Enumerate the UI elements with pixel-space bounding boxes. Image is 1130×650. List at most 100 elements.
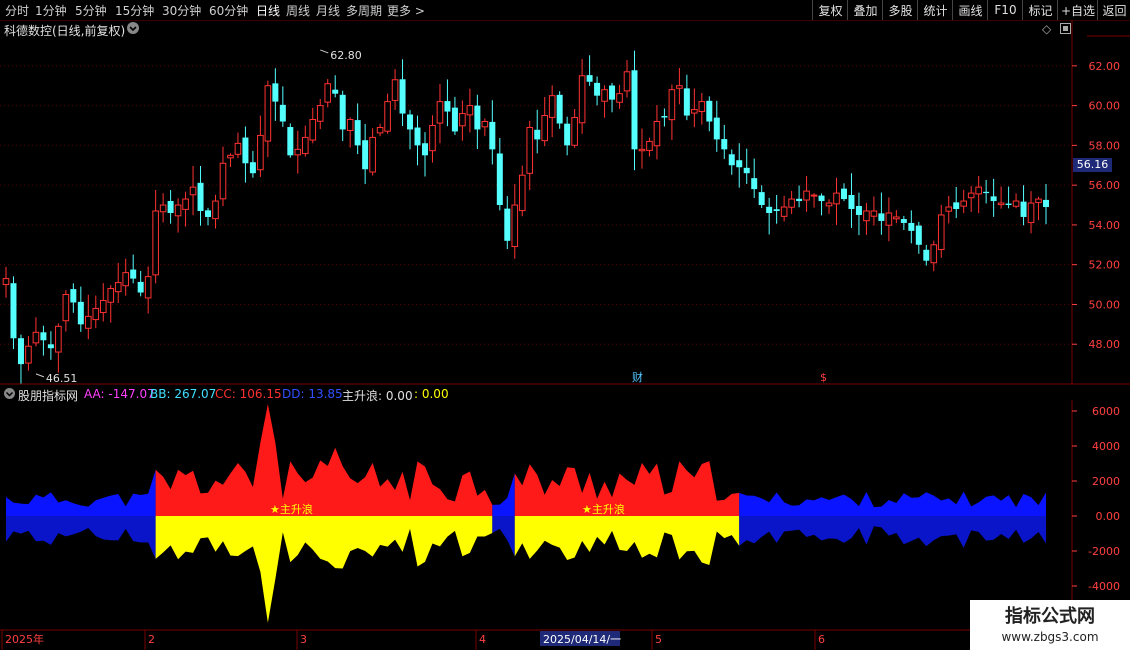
candle-body-up [122, 272, 130, 287]
candle-body-down [751, 178, 758, 190]
indicator-chart[interactable]: 6000 4000 2000 0.00 -2000 -4000 ★主升浪 ★主升浪 2025年 2… [0, 400, 1130, 650]
candle-body-down [137, 281, 144, 293]
candle-body-up [481, 121, 489, 128]
candle-body-up [189, 186, 197, 196]
candle-body-down [990, 196, 997, 202]
candle-body-down [848, 194, 855, 210]
candle-body-up [85, 315, 92, 329]
candle-body-up [668, 89, 676, 121]
indicator-area-lower [514, 516, 740, 565]
candle-body-down [953, 202, 960, 210]
candle-body-down [796, 198, 803, 202]
candle-body-up [152, 210, 159, 276]
indicator-area-lower [492, 516, 515, 557]
candle-body-down [983, 191, 990, 194]
cursor-date-label: 2025/04/14/一 [543, 633, 621, 646]
candle-body-down [421, 143, 428, 156]
price-tick-label: 48.00 [1089, 338, 1121, 351]
candle-body-up [833, 192, 840, 205]
dividend-marker: $ [820, 371, 827, 384]
indicator-tick-label: 4000 [1092, 440, 1120, 453]
candle-body-up [967, 192, 975, 199]
candle-body-up [114, 282, 122, 293]
indicator-area-lower [6, 516, 156, 559]
candle-body-up [212, 200, 219, 220]
candle-body-down [362, 140, 369, 170]
candle-body-up [182, 198, 189, 210]
candle-body-down [504, 208, 511, 241]
candle-body-down [130, 269, 137, 279]
indicator-area-upper [492, 473, 515, 516]
current-price-flag: 56.16 [1073, 158, 1112, 172]
candle-body-up [346, 119, 354, 131]
xaxis-label: 6 [818, 633, 825, 646]
candle-body-up [810, 194, 818, 197]
candle-body-up [144, 276, 152, 299]
candle-body-down [713, 117, 720, 140]
candle-body-up [571, 117, 578, 146]
indicator-area-lower [739, 516, 1046, 548]
candle-body-up [25, 345, 32, 364]
low-pointer [35, 373, 45, 378]
low-price-label: 46.51 [46, 372, 77, 385]
candle-body-up [2, 278, 10, 286]
candle-body-down [818, 195, 825, 202]
indicator-tick-label: -2000 [1088, 545, 1120, 558]
candle-body-down [743, 167, 750, 174]
candle-body-up [578, 75, 586, 124]
candle-body-down [900, 219, 907, 223]
candle-body-up [174, 204, 182, 217]
price-tick-label: 52.00 [1089, 259, 1121, 272]
zsl-marker-label: ★主升浪 [582, 502, 625, 516]
candle-body-down [197, 182, 204, 211]
candle-body-down [721, 139, 728, 150]
candle-body-down [451, 107, 458, 132]
candle-body-up [893, 216, 900, 220]
candle-body-down [407, 114, 414, 130]
candle-body-down [167, 200, 174, 213]
candle-body-down [10, 283, 17, 339]
xaxis-label: 2 [148, 633, 155, 646]
candle-body-up [316, 105, 324, 122]
candle-body-down [279, 104, 286, 122]
candle-body-down [758, 192, 765, 206]
candle-body-down [77, 301, 84, 325]
candle-body-down [878, 213, 885, 221]
candle-body-up [227, 154, 234, 159]
price-tick-label: 54.00 [1089, 219, 1121, 232]
candle-body-down [414, 127, 421, 146]
candle-body-up [219, 162, 227, 200]
candle-body-up [309, 119, 317, 141]
candle-body-up [788, 198, 795, 208]
candle-body-down [17, 338, 24, 365]
candle-body-down [205, 210, 212, 217]
candle-body-up [780, 206, 788, 217]
candle-body-down [683, 88, 690, 116]
candle-body-up [870, 210, 878, 217]
candle-body-down [354, 120, 361, 146]
candle-body-down [736, 160, 743, 168]
candle-body-down [332, 89, 339, 94]
candle-body-up [601, 89, 608, 102]
candle-body-down [272, 83, 279, 102]
candle-body-up [518, 174, 526, 212]
indicator-area-upper [514, 461, 740, 516]
price-tick-label: 58.00 [1089, 139, 1121, 152]
candle-body-up [975, 186, 982, 195]
candle-body-down [1043, 199, 1049, 208]
candle-body-up [391, 79, 399, 101]
candle-body-up [1012, 200, 1020, 207]
price-tick-label: 62.00 [1089, 60, 1121, 73]
candle-body-up [264, 85, 272, 142]
candle-body-up [960, 200, 967, 207]
candle-body-up [863, 210, 870, 222]
candle-body-down [915, 225, 922, 245]
candle-body-down [242, 137, 249, 164]
candlestick-chart[interactable]: 62.00 60.00 58.00 56.00 54.00 52.00 50.00 48.00… [0, 0, 1130, 400]
candle-body-up [294, 148, 302, 156]
candle-body-down [855, 206, 862, 215]
candle-body-up [99, 299, 107, 314]
watermark-title: 指标公式网 [1005, 606, 1095, 627]
candle-body-down [474, 105, 481, 130]
candle-body-up [234, 142, 242, 155]
